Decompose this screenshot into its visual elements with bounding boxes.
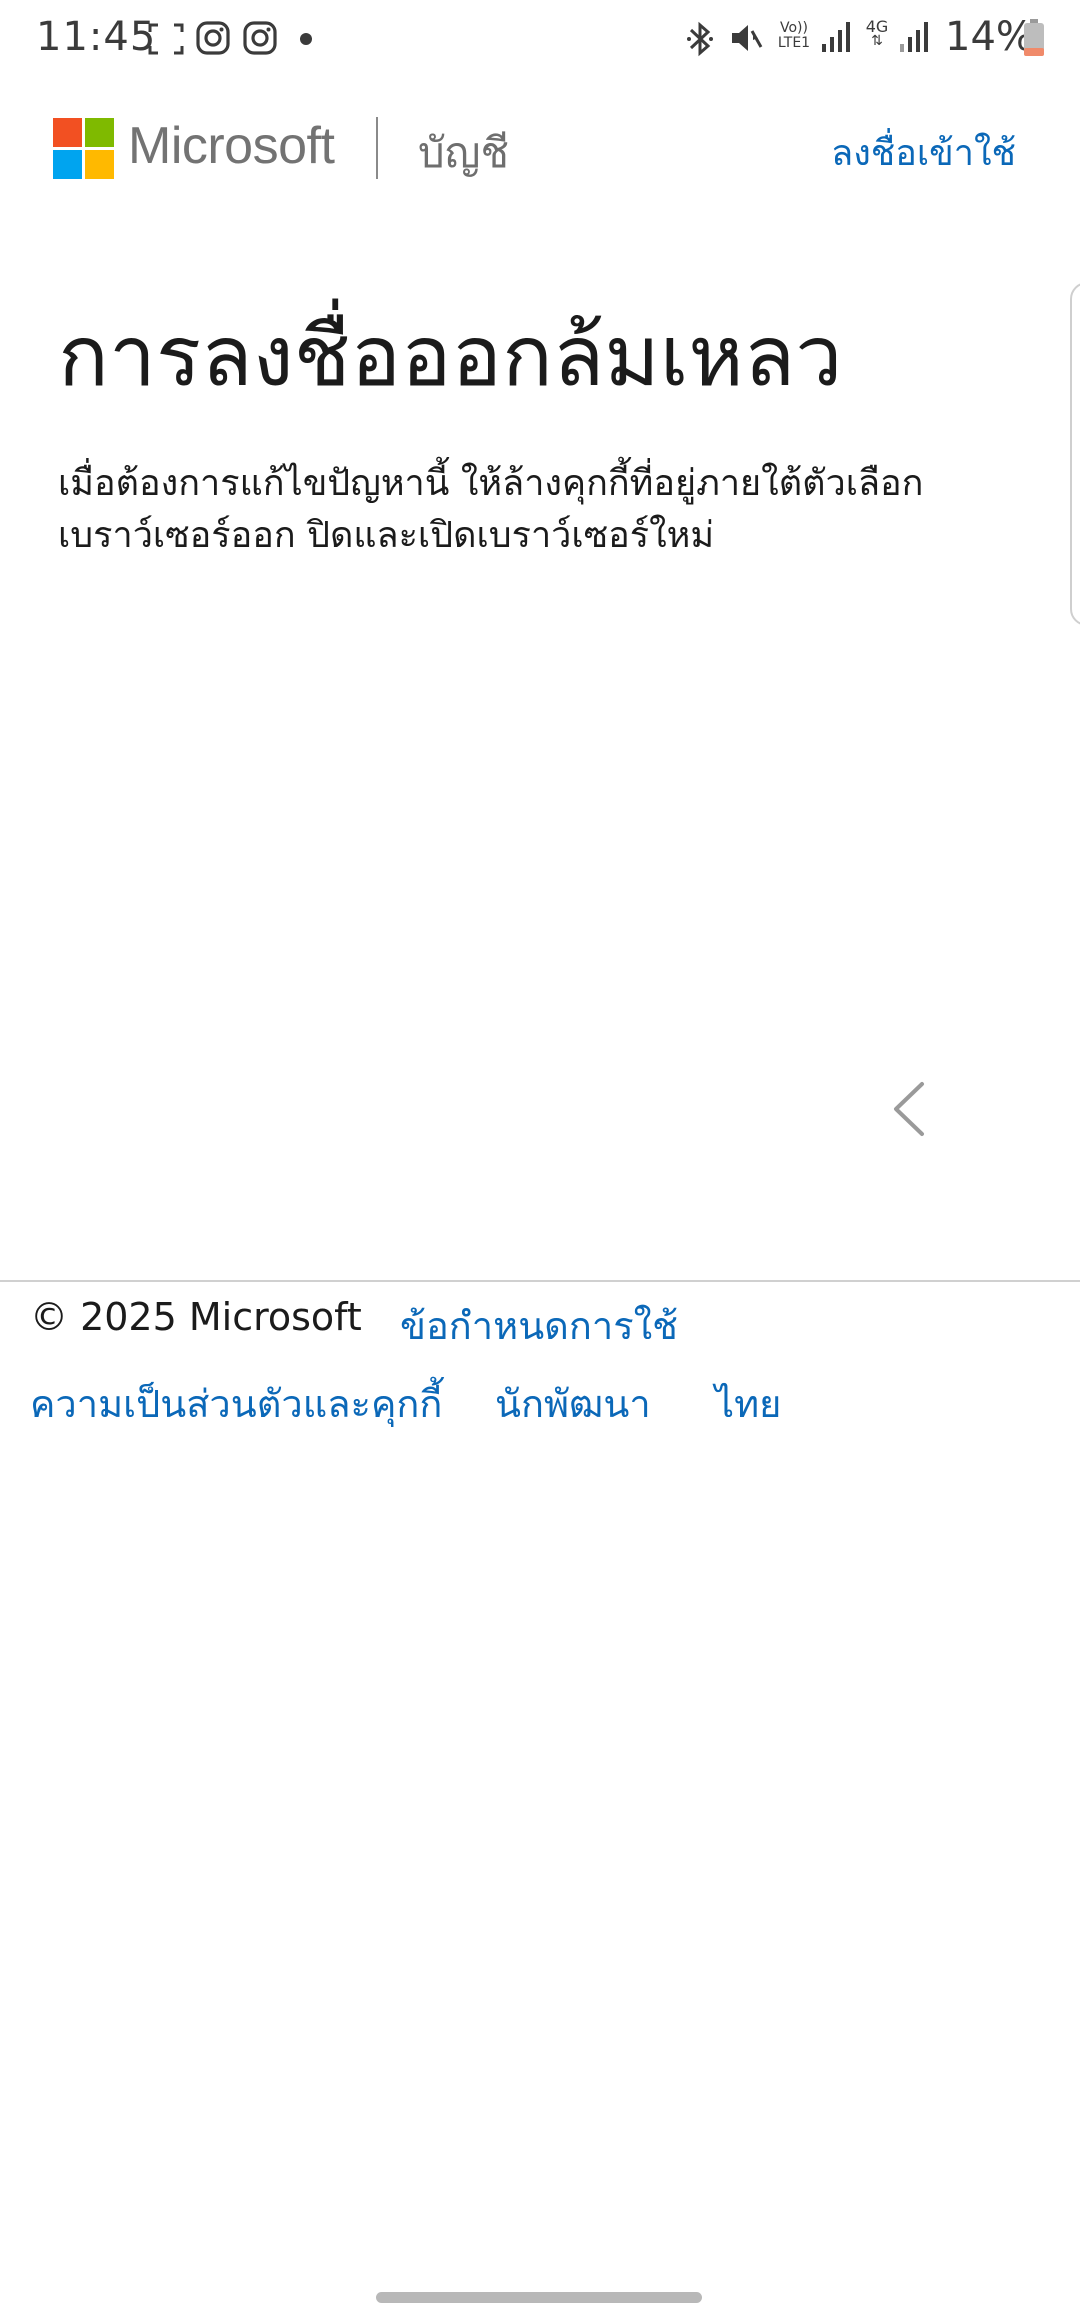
brand-wordmark[interactable]: Microsoft xyxy=(128,116,335,176)
status-bar: 11:45 Vo)) LTE1 4G ⇅ 14% xyxy=(0,0,1080,76)
site-header: Microsoft บัญชี ลงชื่อเข้าใช้ xyxy=(0,100,1080,200)
header-divider xyxy=(376,117,378,179)
chevron-left-icon[interactable] xyxy=(886,1080,934,1138)
volte-icon: Vo)) LTE1 xyxy=(777,20,811,51)
notification-dot-icon xyxy=(300,33,312,45)
battery-icon xyxy=(1024,19,1044,56)
mute-icon xyxy=(732,25,763,51)
terms-of-use-link[interactable]: ข้อกำหนดการใช้ xyxy=(400,1295,678,1356)
bluetooth-icon xyxy=(687,21,713,57)
copyright-text: © 2025 Microsoft xyxy=(30,1295,362,1339)
language-selector-link[interactable]: ไทย xyxy=(715,1373,781,1434)
signal-icon xyxy=(900,22,928,52)
header-section-title[interactable]: บัญชี xyxy=(418,120,509,186)
footer-divider xyxy=(0,1280,1080,1282)
developers-link[interactable]: นักพัฒนา xyxy=(495,1373,651,1434)
battery-percent: 14% xyxy=(945,14,1034,60)
4g-data-icon: 4G ⇅ xyxy=(865,17,889,49)
status-time: 11:45 xyxy=(36,14,157,60)
signal-icon xyxy=(822,22,850,52)
sign-in-link[interactable]: ลงชื่อเข้าใช้ xyxy=(831,124,1016,181)
gesture-home-bar[interactable] xyxy=(376,2292,702,2303)
privacy-cookies-link[interactable]: ความเป็นส่วนตัวและคุกกี้ xyxy=(30,1373,442,1434)
microsoft-logo-icon[interactable] xyxy=(53,118,114,179)
screenshot-frame-icon xyxy=(148,23,184,55)
error-description: เมื่อต้องการแก้ไขปัญหานี้ ให้ล้างคุกกี้ท… xyxy=(58,463,924,556)
edge-panel-handle[interactable] xyxy=(1070,282,1080,626)
instagram-icon xyxy=(243,21,277,55)
page-title: การลงชื่อออกล้มเหลว xyxy=(58,307,843,405)
instagram-icon xyxy=(196,21,230,55)
